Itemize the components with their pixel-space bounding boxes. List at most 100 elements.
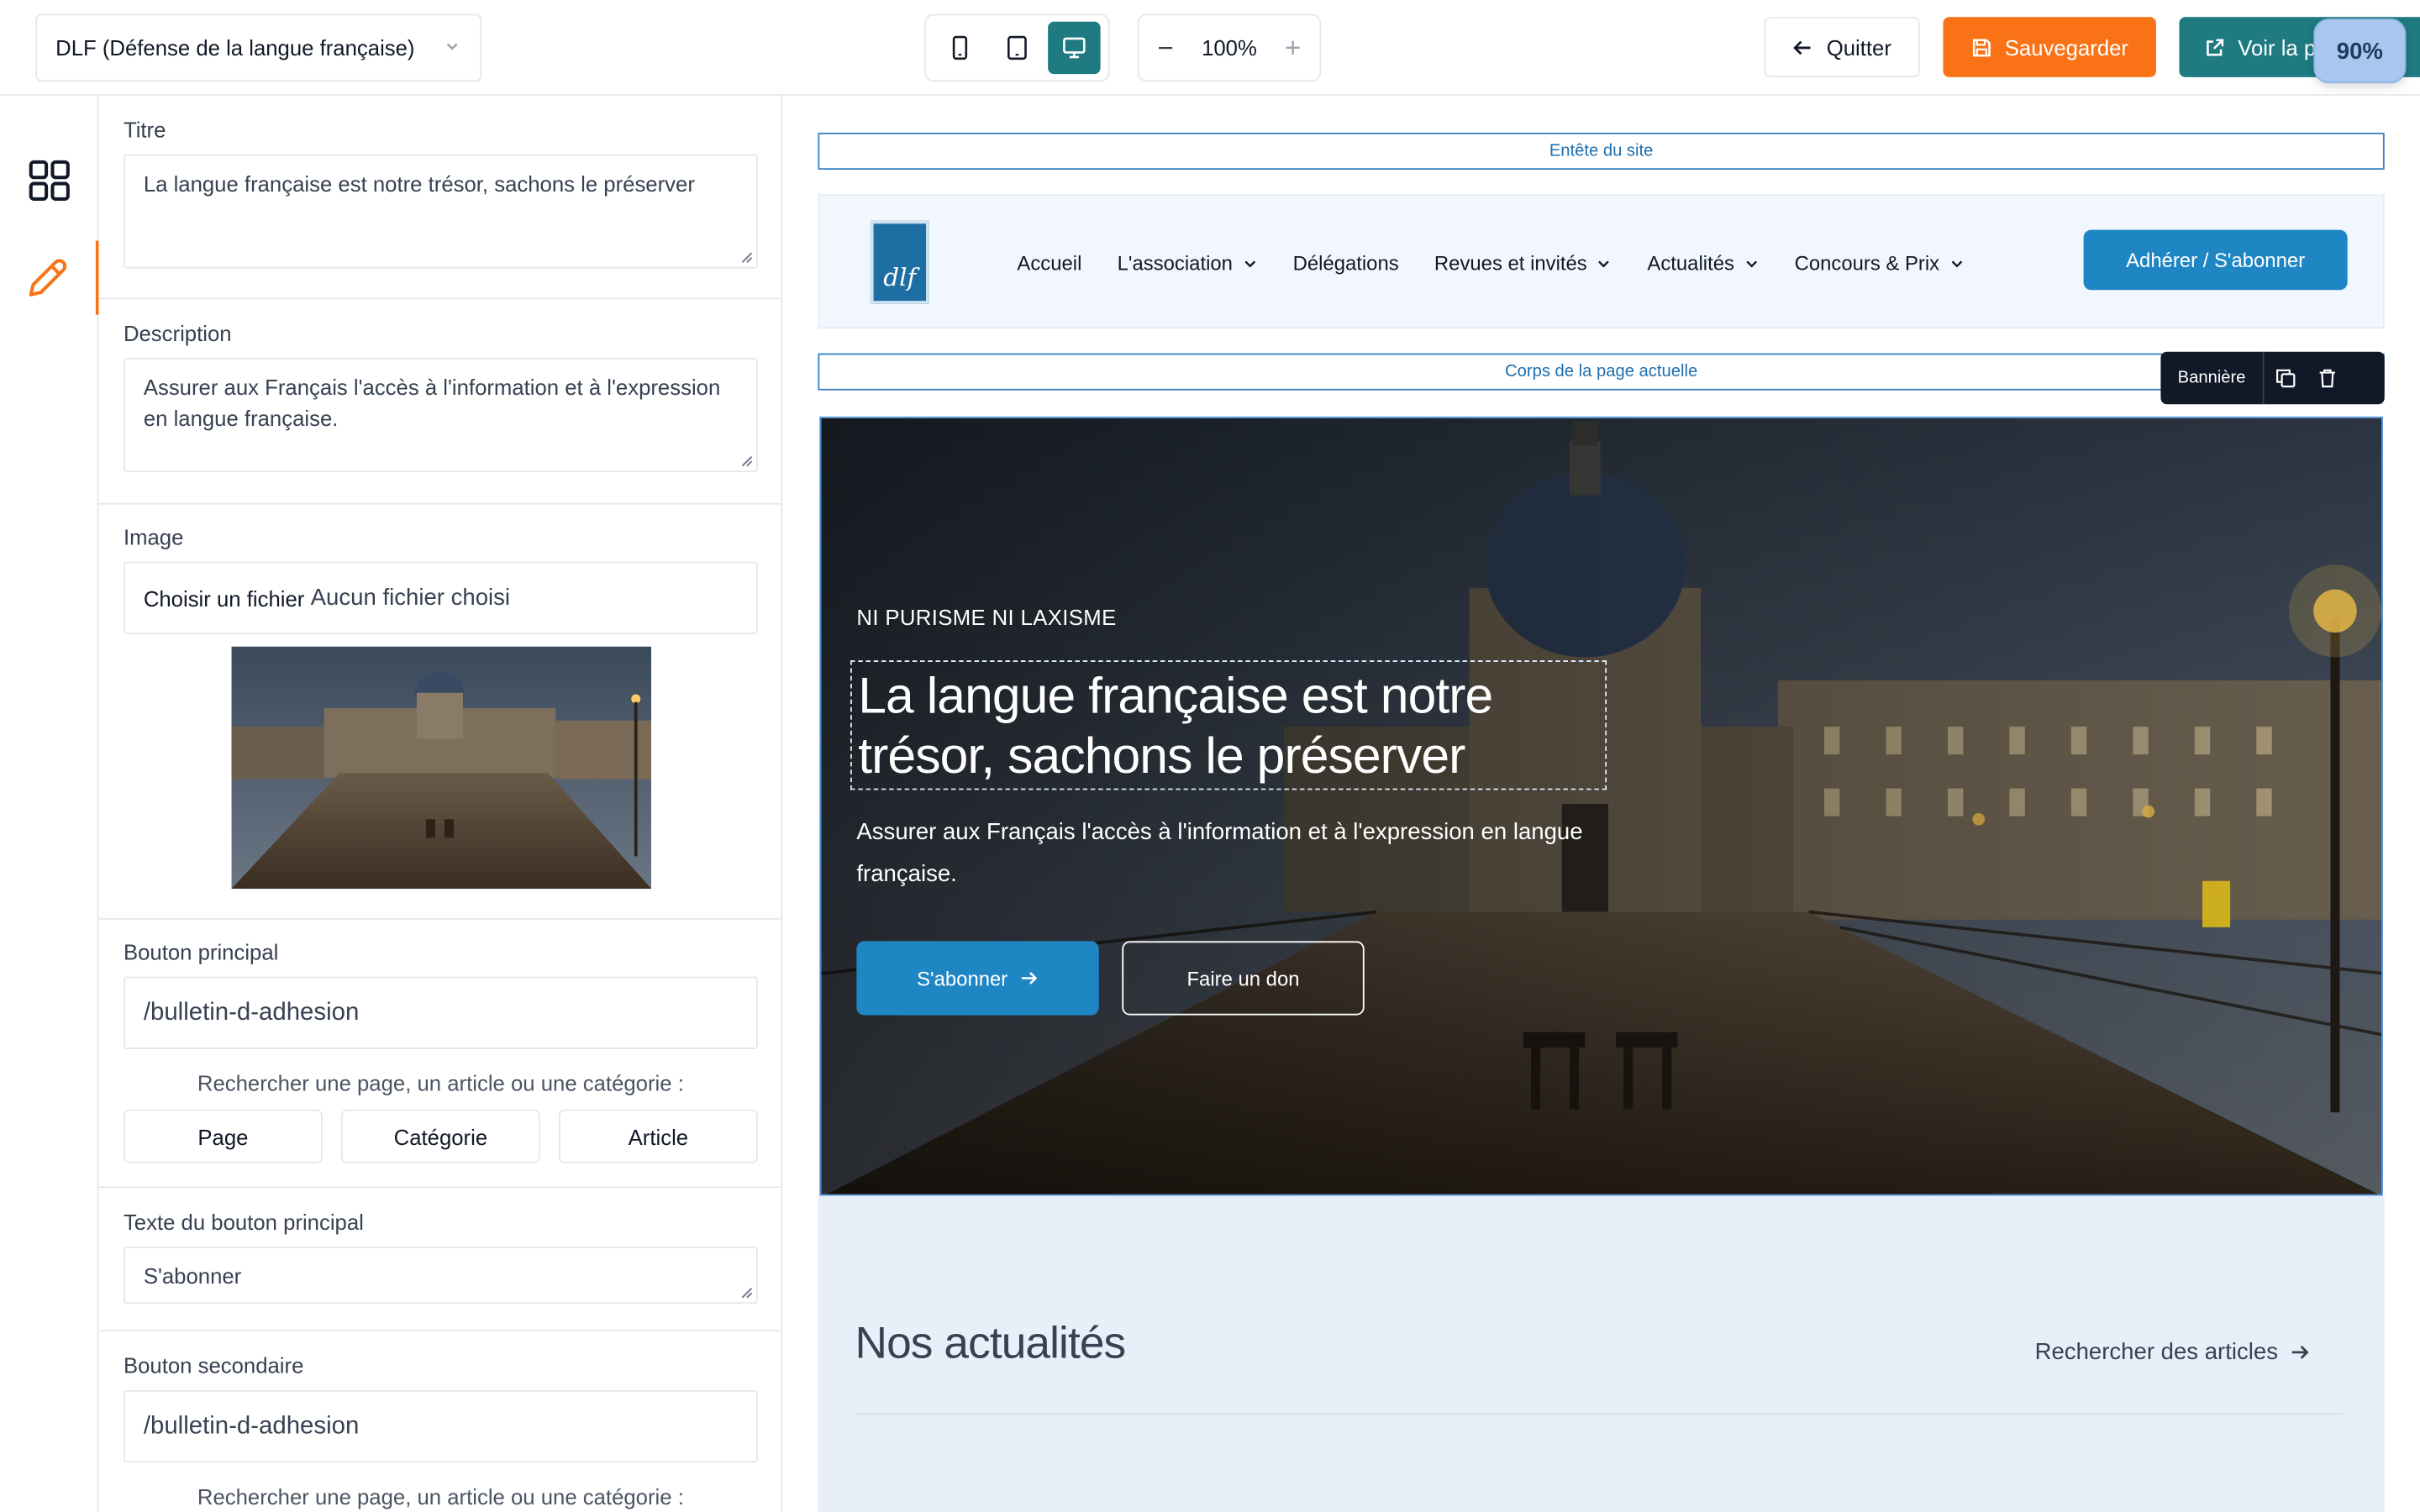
primary-text-value: S'abonner — [143, 1263, 242, 1289]
nav-item-concours[interactable]: Concours & Prix — [1795, 251, 1965, 275]
divider — [98, 1330, 781, 1332]
primary-text-textarea[interactable]: S'abonner — [123, 1247, 758, 1305]
primary-button-label: Bouton principal — [123, 939, 279, 964]
save-icon — [1972, 38, 1991, 56]
zoom-level: 100% — [1202, 35, 1257, 60]
link-type-page-button[interactable]: Page — [123, 1109, 323, 1163]
site-header[interactable]: dlf Accueil L'association Délégations Re… — [818, 194, 2385, 330]
image-label: Image — [123, 524, 184, 549]
chevron-down-icon — [1598, 260, 1610, 267]
block-toolbar: Bannière — [2160, 351, 2385, 405]
pencil-icon — [29, 259, 67, 297]
join-subscribe-button[interactable]: Adhérer / S'abonner — [2083, 229, 2348, 291]
search-articles-link[interactable]: Rechercher des articles — [2034, 1339, 2311, 1366]
hero-background-image — [821, 417, 2382, 1194]
resize-handle-icon[interactable] — [741, 1287, 754, 1299]
secondary-button-url-input[interactable]: /bulletin-d-adhesion — [123, 1389, 758, 1463]
subscribe-button[interactable]: S'abonner — [856, 941, 1099, 1016]
news-section: Nos actualités Rechercher des articles — [818, 1195, 2385, 1512]
link-type-buttons: Page Catégorie Article — [123, 1109, 758, 1163]
site-logo[interactable]: dlf — [870, 220, 929, 304]
secondary-button-url: /bulletin-d-adhesion — [143, 1412, 360, 1439]
secondary-button-field: Bouton secondaire /bulletin-d-adhesion R… — [99, 1352, 781, 1509]
primary-text-field: Texte du bouton principal S'abonner — [99, 1210, 781, 1305]
nav-item-home[interactable]: Accueil — [1017, 251, 1081, 275]
title-textarea[interactable]: La langue française est notre trésor, sa… — [123, 154, 758, 269]
zoom-in-button[interactable]: + — [1285, 32, 1301, 65]
search-hint: Rechercher une page, un article ou une c… — [197, 1483, 684, 1509]
divider — [98, 1186, 781, 1189]
tablet-view-button[interactable] — [991, 22, 1043, 74]
blocks-nav-button[interactable] — [0, 144, 99, 218]
nav-item-revues[interactable]: Revues et invités — [1434, 251, 1612, 275]
nav-label: Actualités — [1647, 251, 1734, 275]
quit-label: Quitter — [1826, 34, 1891, 60]
file-status: Aucun fichier choisi — [310, 584, 511, 611]
search-articles-label: Rechercher des articles — [2034, 1339, 2279, 1366]
donate-button[interactable]: Faire un don — [1122, 941, 1365, 1016]
resize-handle-icon[interactable] — [741, 251, 754, 264]
save-label: Sauvegarder — [2004, 34, 2129, 60]
copy-icon — [2275, 369, 2295, 388]
nav-item-delegations[interactable]: Délégations — [1293, 251, 1399, 275]
editor-panel: Titre La langue française est notre trés… — [98, 95, 783, 1512]
arrow-right-icon — [1021, 972, 1038, 984]
site-selector[interactable]: DLF (Défense de la langue française) — [35, 13, 482, 82]
zoom-out-button[interactable]: − — [1158, 32, 1174, 65]
mobile-view-button[interactable] — [934, 22, 986, 74]
duplicate-block-button[interactable] — [2265, 352, 2307, 404]
nav-label: Délégations — [1292, 251, 1399, 275]
file-choose-button[interactable]: Choisir un fichier — [144, 582, 305, 613]
link-type-category-button[interactable]: Catégorie — [340, 1109, 540, 1163]
divider — [98, 917, 781, 920]
description-field: Description Assurer aux Français l'accès… — [99, 321, 781, 473]
delete-block-button[interactable] — [2306, 352, 2348, 404]
edit-nav-button[interactable] — [0, 240, 99, 315]
quit-button[interactable]: Quitter — [1764, 17, 1920, 77]
hero-title[interactable]: La langue française est notre trésor, sa… — [850, 660, 1607, 790]
secondary-button-label: Bouton secondaire — [123, 1352, 304, 1378]
chevron-down-icon — [1244, 260, 1255, 267]
nav-label: Revues et invités — [1434, 251, 1587, 275]
grid-icon — [29, 160, 70, 201]
title-label: Titre — [123, 117, 166, 142]
primary-button-field: Bouton principal /bulletin-d-adhesion Re… — [99, 939, 781, 1163]
hero-subtitle: Assurer aux Français l'accès à l'informa… — [856, 819, 1583, 888]
monitor-icon — [1062, 37, 1085, 59]
top-bar: DLF (Défense de la langue française) − 1… — [0, 0, 2420, 96]
image-field: Image Choisir un fichier Aucun fichier c… — [99, 524, 781, 634]
block-name: Bannière — [2160, 351, 2265, 405]
subscribe-label: S'abonner — [917, 966, 1008, 990]
nav-item-association[interactable]: L'association — [1118, 251, 1258, 275]
page-preview: Entête du site dlf Accueil L'association… — [784, 95, 2420, 1512]
phone-icon — [953, 35, 968, 60]
chevron-down-icon — [1950, 260, 1962, 267]
primary-button-url-input[interactable]: /bulletin-d-adhesion — [123, 976, 758, 1049]
hero-banner[interactable]: NI PURISME NI LAXISME La langue français… — [819, 416, 2383, 1196]
description-value: Assurer aux Français l'accès à l'informa… — [143, 375, 721, 431]
body-zone-label[interactable]: Corps de la page actuelle — [818, 353, 2385, 391]
resize-handle-icon[interactable] — [741, 455, 754, 468]
save-button[interactable]: Sauvegarder — [1943, 17, 2156, 77]
hero-kicker: NI PURISME NI LAXISME — [856, 605, 1117, 630]
external-link-icon — [2207, 38, 2224, 55]
link-type-article-button[interactable]: Article — [558, 1109, 758, 1163]
zoom-badge: 90% — [2313, 18, 2407, 84]
divider — [855, 1413, 2344, 1415]
description-label: Description — [123, 321, 232, 346]
left-rail — [0, 95, 99, 1512]
site-nav: Accueil L'association Délégations Revues… — [1017, 196, 1999, 330]
zoom-control: − 100% + — [1137, 13, 1322, 82]
nav-label: Concours & Prix — [1794, 251, 1940, 275]
desktop-view-button[interactable] — [1047, 21, 1100, 75]
nav-label: Accueil — [1017, 251, 1082, 275]
news-title: Nos actualités — [855, 1319, 1127, 1369]
header-zone-label[interactable]: Entête du site — [818, 132, 2385, 171]
divider — [98, 297, 781, 300]
nav-item-actualites[interactable]: Actualités — [1647, 251, 1759, 275]
description-textarea[interactable]: Assurer aux Français l'accès à l'informa… — [123, 358, 758, 473]
view-page-label: Voir la p — [2238, 34, 2317, 60]
device-switcher — [924, 13, 1110, 82]
file-input[interactable]: Choisir un fichier Aucun fichier choisi — [123, 561, 758, 634]
primary-text-label: Texte du bouton principal — [123, 1210, 364, 1235]
